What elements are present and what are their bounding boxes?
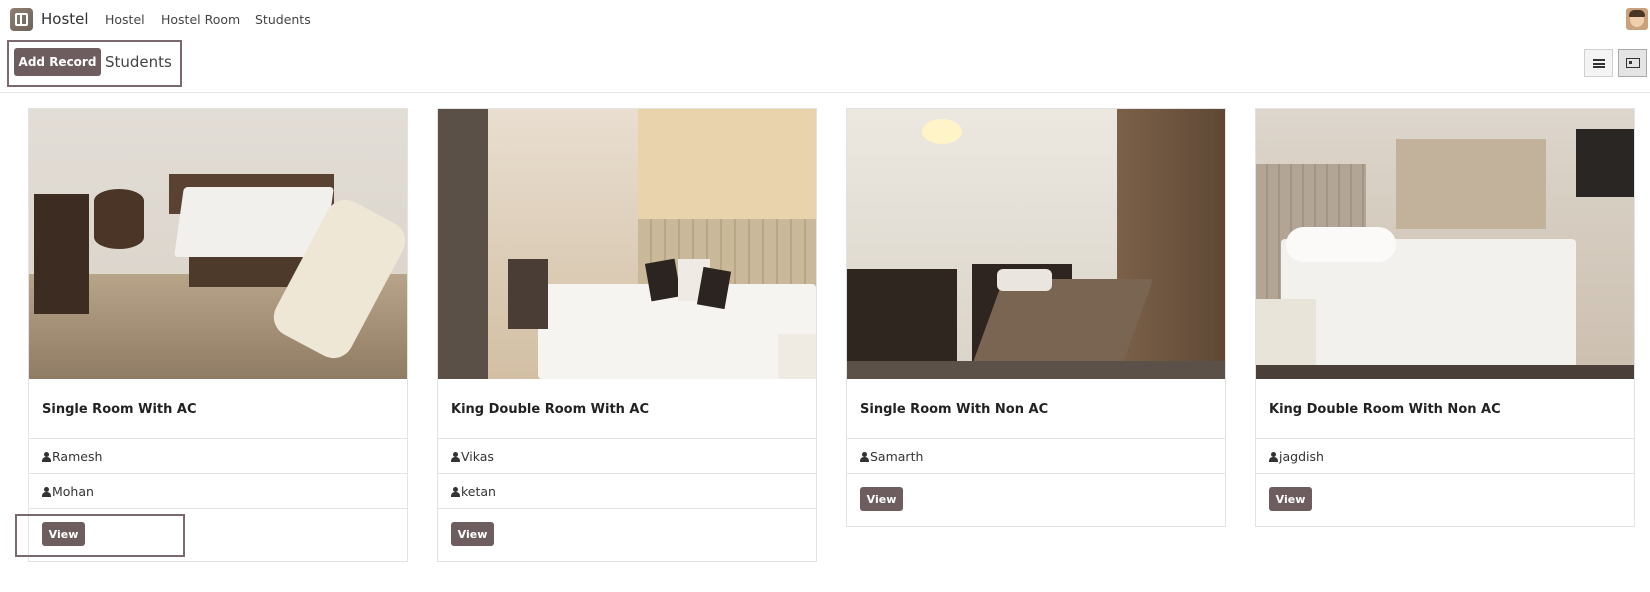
student-name: ketan (461, 484, 496, 499)
room-image (29, 109, 407, 379)
add-record-button[interactable]: Add Record (14, 48, 101, 76)
view-button[interactable]: View (1269, 487, 1312, 511)
student-row: Mohan (29, 474, 407, 509)
user-icon (451, 452, 460, 462)
breadcrumb: Students (105, 53, 172, 71)
room-card[interactable]: Single Room With AC Ramesh Mohan View (28, 108, 408, 562)
room-image (1256, 109, 1634, 379)
kanban-icon (1625, 58, 1640, 68)
user-avatar[interactable] (1626, 8, 1648, 30)
list-icon (1592, 58, 1605, 68)
room-image (438, 109, 816, 379)
nav-students[interactable]: Students (255, 12, 311, 27)
student-row: jagdish (1256, 439, 1634, 474)
student-row: ketan (438, 474, 816, 509)
student-row: Samarth (847, 439, 1225, 474)
user-icon (860, 452, 869, 462)
hostel-app-icon[interactable] (10, 8, 33, 31)
room-image (847, 109, 1225, 379)
view-highlight (15, 514, 185, 557)
student-row: Ramesh (29, 439, 407, 474)
room-card[interactable]: Single Room With Non AC Samarth View (846, 108, 1226, 527)
student-name: Vikas (461, 449, 494, 464)
user-icon (42, 452, 51, 462)
room-card[interactable]: King Double Room With Non AC jagdish Vie… (1255, 108, 1635, 527)
student-name: Samarth (870, 449, 924, 464)
kanban-view-button[interactable] (1618, 49, 1647, 77)
user-icon (42, 487, 51, 497)
room-title: King Double Room With AC (438, 379, 816, 439)
nav-hostel[interactable]: Hostel (105, 12, 145, 27)
student-row: Vikas (438, 439, 816, 474)
room-title: Single Room With AC (29, 379, 407, 439)
room-title: King Double Room With Non AC (1256, 379, 1634, 439)
view-button[interactable]: View (860, 487, 903, 511)
student-name: Mohan (52, 484, 94, 499)
nav-hostel-room[interactable]: Hostel Room (161, 12, 240, 27)
user-icon (1269, 452, 1278, 462)
user-icon (451, 487, 460, 497)
control-panel (0, 38, 1650, 93)
student-name: Ramesh (52, 449, 103, 464)
room-card[interactable]: King Double Room With AC Vikas ketan Vie… (437, 108, 817, 562)
list-view-button[interactable] (1584, 49, 1613, 77)
app-brand[interactable]: Hostel (41, 10, 89, 28)
student-name: jagdish (1279, 449, 1324, 464)
room-title: Single Room With Non AC (847, 379, 1225, 439)
view-button[interactable]: View (451, 522, 494, 546)
top-navbar: Hostel Hostel Hostel Room Students (0, 0, 1650, 38)
